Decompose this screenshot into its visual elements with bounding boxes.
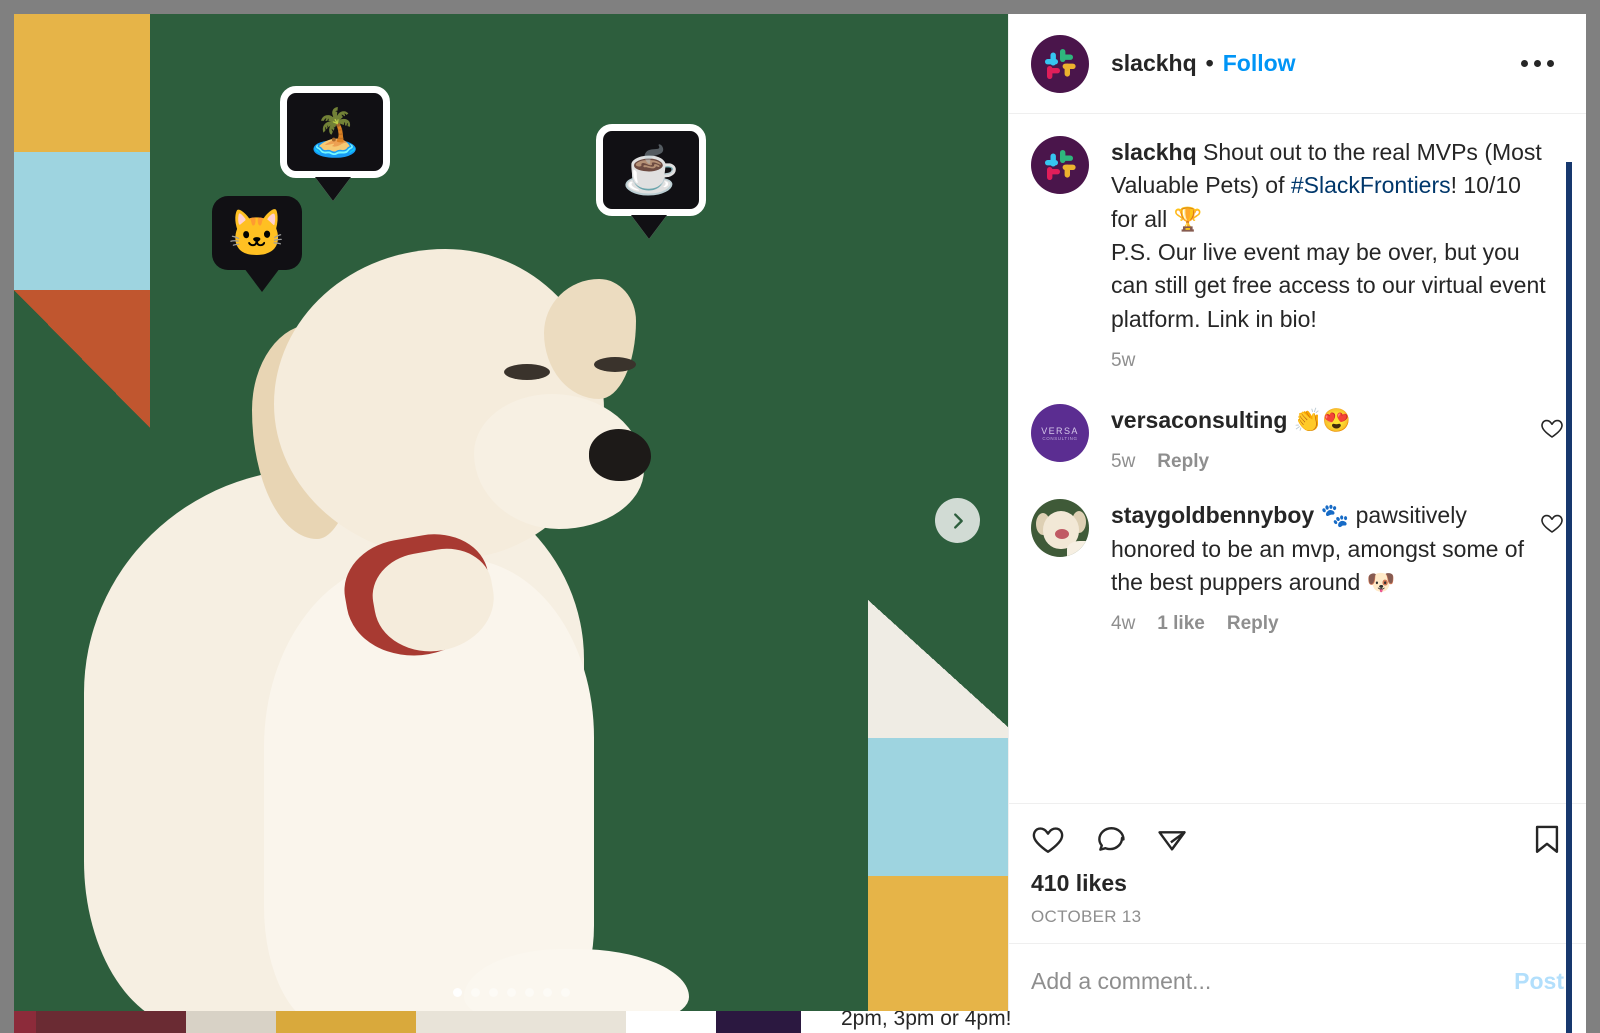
carousel-dot[interactable]: [470, 988, 480, 997]
comment-text: versaconsulting 👏😍: [1111, 404, 1554, 437]
comment-like-count[interactable]: 1 like: [1157, 613, 1205, 635]
comment-bubble-icon: [1098, 827, 1125, 851]
comment-like-button[interactable]: [1540, 416, 1564, 440]
share-paper-plane-icon: [1158, 831, 1186, 851]
comment-item: staygoldbennyboy 🐾 pawsitively honored t…: [1009, 477, 1586, 639]
caption-username[interactable]: slackhq: [1111, 139, 1197, 165]
bg-partial-text: 2pm, 3pm or 4pm!: [801, 1011, 1586, 1033]
comments-scroll-area[interactable]: slackhq Shout out to the real MVPs (Most…: [1009, 114, 1586, 803]
coffee-emoji: ☕: [622, 144, 680, 196]
comment-item: VERSA CONSULTING versaconsulting 👏😍 5w R…: [1009, 382, 1586, 477]
more-options-icon: [1547, 60, 1554, 67]
caption-hashtag[interactable]: #SlackFrontiers: [1291, 172, 1451, 198]
carousel-dot[interactable]: [506, 988, 516, 997]
caption-text-part-3: P.S. Our live event may be over, but you…: [1111, 239, 1546, 332]
action-icon-row: [1031, 822, 1564, 856]
post-header: slackhq • Follow: [1009, 14, 1586, 114]
island-emoji: 🏝️: [306, 106, 364, 158]
slack-logo-icon: [1045, 150, 1076, 180]
carousel-dot[interactable]: [524, 988, 534, 997]
page-scroll-sliver[interactable]: [1566, 162, 1572, 1033]
browser-page: 🏝️ 🐱 ☕ slackhq • Follow slackhq Shout ou…: [14, 14, 1586, 1033]
post-comment-button[interactable]: Post: [1498, 968, 1564, 995]
comment-like-button[interactable]: [1540, 511, 1564, 535]
bg-block-cream: [186, 1011, 276, 1033]
carousel-dots[interactable]: [14, 988, 1008, 997]
add-comment-input[interactable]: [1031, 968, 1499, 995]
post-date: OCTOBER 13: [1031, 907, 1142, 926]
background-page-strip: 2pm, 3pm or 4pm!: [14, 1011, 1586, 1033]
comment-meta: 4w 1 like Reply: [1111, 613, 1554, 635]
slack-logo-icon: [1045, 48, 1076, 79]
carousel-next-button[interactable]: [935, 498, 980, 543]
bg-partial-text-label: 2pm, 3pm or 4pm!: [841, 1011, 1012, 1030]
comment-body: staygoldbennyboy 🐾 pawsitively honored t…: [1111, 499, 1564, 639]
caption-timestamp: 5w: [1111, 350, 1136, 372]
comment-reply-button[interactable]: Reply: [1227, 613, 1279, 635]
bookmark-outline-icon: [1535, 825, 1559, 853]
comment-username[interactable]: versaconsulting: [1111, 407, 1287, 433]
comment-text: staygoldbennyboy 🐾 pawsitively honored t…: [1111, 499, 1554, 599]
carousel-dot[interactable]: [560, 988, 570, 997]
more-options-button[interactable]: [1511, 50, 1564, 77]
bg-block-white: [626, 1011, 716, 1033]
heart-outline-icon: [1032, 827, 1064, 853]
comment-button[interactable]: [1093, 822, 1127, 856]
instagram-post-card: 🏝️ 🐱 ☕ slackhq • Follow slackhq Shout ou…: [14, 14, 1586, 1019]
heart-outline-icon: [1541, 419, 1563, 438]
bg-block-yellow: [276, 1011, 416, 1033]
share-button[interactable]: [1155, 822, 1189, 856]
post-actions: 410 likes OCTOBER 13: [1009, 803, 1586, 943]
post-caption: slackhq Shout out to the real MVPs (Most…: [1009, 114, 1586, 382]
versa-avatar-line2: CONSULTING: [1042, 435, 1078, 441]
likes-count[interactable]: 410 likes: [1031, 870, 1564, 897]
more-options-icon: [1534, 60, 1541, 67]
follow-button[interactable]: Follow: [1223, 50, 1296, 77]
caption-body: slackhq Shout out to the real MVPs (Most…: [1111, 136, 1564, 376]
header-separator: •: [1205, 50, 1214, 76]
shape-yellow-bottom-right: [868, 876, 1008, 1019]
comment-username[interactable]: staygoldbennyboy: [1111, 502, 1314, 528]
bg-block-light: [416, 1011, 626, 1033]
versa-avatar-line1: VERSA: [1041, 425, 1079, 436]
shape-cream-triangle: [868, 600, 1008, 738]
comment-timestamp: 5w: [1111, 451, 1136, 473]
shape-blue-bottom-right: [868, 738, 1008, 876]
add-comment-bar: Post: [1009, 943, 1586, 1019]
slack-logo-avatar[interactable]: [1031, 34, 1089, 93]
carousel-dot[interactable]: [452, 988, 462, 997]
post-media[interactable]: 🏝️ 🐱 ☕: [14, 14, 1008, 1019]
comment-body: versaconsulting 👏😍 5w Reply: [1111, 404, 1564, 477]
staygoldbennyboy-avatar[interactable]: [1031, 499, 1089, 558]
comment-content: 👏😍: [1287, 407, 1352, 434]
post-sidebar: slackhq • Follow slackhq Shout out to th…: [1008, 14, 1586, 1019]
save-button[interactable]: [1530, 822, 1564, 856]
cat-emoji-bubble: 🐱: [212, 196, 302, 292]
more-options-icon: [1521, 60, 1528, 67]
island-emoji-bubble: 🏝️: [280, 86, 390, 208]
shape-yellow-top-left: [14, 14, 150, 152]
bg-block-maroon: [14, 1011, 36, 1033]
bg-block-purple: [716, 1011, 801, 1033]
versaconsulting-avatar[interactable]: VERSA CONSULTING: [1031, 404, 1089, 463]
comment-meta: 5w Reply: [1111, 451, 1554, 473]
header-names: slackhq • Follow: [1111, 50, 1296, 77]
chevron-right-icon: [953, 512, 963, 529]
comment-timestamp: 4w: [1111, 613, 1136, 635]
heart-outline-icon: [1541, 515, 1563, 534]
cat-emoji: 🐱: [228, 207, 286, 259]
caption-avatar[interactable]: [1031, 136, 1089, 194]
like-button[interactable]: [1031, 822, 1065, 856]
coffee-emoji-bubble: ☕: [596, 124, 706, 246]
carousel-dot[interactable]: [542, 988, 552, 997]
caption-meta: 5w: [1111, 350, 1554, 372]
screenshot-frame: 🏝️ 🐱 ☕ slackhq • Follow slackhq Shout ou…: [0, 0, 1600, 1033]
header-username[interactable]: slackhq: [1111, 50, 1197, 77]
comment-reply-button[interactable]: Reply: [1157, 451, 1209, 473]
bg-block-dark-red: [36, 1011, 186, 1033]
puppy-photo-subject: [74, 159, 694, 1019]
carousel-dot[interactable]: [488, 988, 498, 997]
caption-text: slackhq Shout out to the real MVPs (Most…: [1111, 136, 1554, 336]
